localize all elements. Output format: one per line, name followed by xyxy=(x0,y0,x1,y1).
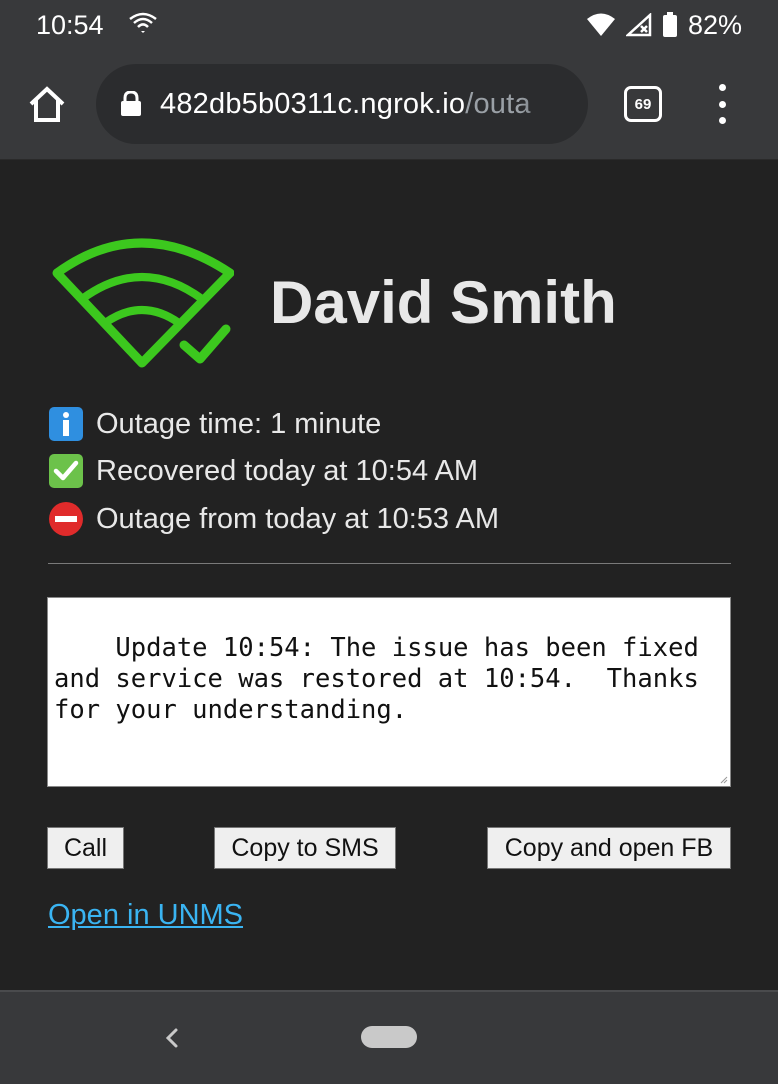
info-icon xyxy=(48,406,84,442)
battery-percent: 82% xyxy=(687,9,742,40)
call-button[interactable]: Call xyxy=(47,827,124,869)
copy-to-sms-button[interactable]: Copy to SMS xyxy=(214,827,396,869)
tab-switcher-button[interactable]: 69 xyxy=(624,86,662,122)
outage-time-line: Outage time: 1 minute xyxy=(48,404,381,444)
overflow-menu-button[interactable] xyxy=(712,84,732,124)
address-bar[interactable]: 482db5b0311c.ngrok.io/outa xyxy=(96,64,588,144)
divider xyxy=(48,563,731,564)
no-entry-icon xyxy=(48,501,84,537)
cell-signal-icon xyxy=(625,13,652,37)
battery-icon xyxy=(662,12,678,38)
back-icon[interactable] xyxy=(162,1024,182,1052)
tab-count: 69 xyxy=(634,95,652,113)
check-mark-icon xyxy=(48,453,84,489)
url-path: /outa xyxy=(465,87,531,120)
status-time: 10:54 xyxy=(36,9,104,40)
menu-dot xyxy=(718,100,726,108)
menu-dot xyxy=(718,84,726,91)
copy-and-open-fb-button[interactable]: Copy and open FB xyxy=(487,827,731,869)
url-host: 482db5b0311c.ngrok.io xyxy=(160,87,466,120)
browser-toolbar: 482db5b0311c.ngrok.io/outa 69 xyxy=(0,50,778,160)
status-right-icons: 82% xyxy=(586,10,742,41)
open-in-unms-link[interactable]: Open in UNMS xyxy=(48,899,243,932)
recovered-line: Recovered today at 10:54 AM xyxy=(48,451,478,491)
message-textarea[interactable]: Update 10:54: The issue has been fixed a… xyxy=(47,597,731,787)
status-bar: 10:54 82% xyxy=(0,0,778,50)
wifi-notification-icon xyxy=(128,10,158,41)
wifi-signal-icon xyxy=(586,13,616,37)
outage-time-text: Outage time: 1 minute xyxy=(96,407,382,440)
message-text: Update 10:54: The issue has been fixed a… xyxy=(54,633,715,725)
system-nav-bar xyxy=(0,990,778,1084)
outage-from-line: Outage from today at 10:53 AM xyxy=(48,499,499,539)
resize-grip-icon[interactable] xyxy=(718,774,728,784)
page-content: David Smith Outage time: 1 minute Recove… xyxy=(0,160,778,990)
recovered-text: Recovered today at 10:54 AM xyxy=(96,454,479,487)
home-gesture-pill[interactable] xyxy=(361,1026,417,1048)
wifi-check-icon xyxy=(52,238,234,368)
menu-dot xyxy=(718,117,726,124)
home-icon xyxy=(29,86,65,122)
customer-name: David Smith xyxy=(270,269,617,336)
outage-from-text: Outage from today at 10:53 AM xyxy=(96,502,500,535)
home-button[interactable] xyxy=(26,84,68,124)
url-text: 482db5b0311c.ngrok.io/outa xyxy=(160,88,570,121)
lock-icon xyxy=(120,91,142,117)
